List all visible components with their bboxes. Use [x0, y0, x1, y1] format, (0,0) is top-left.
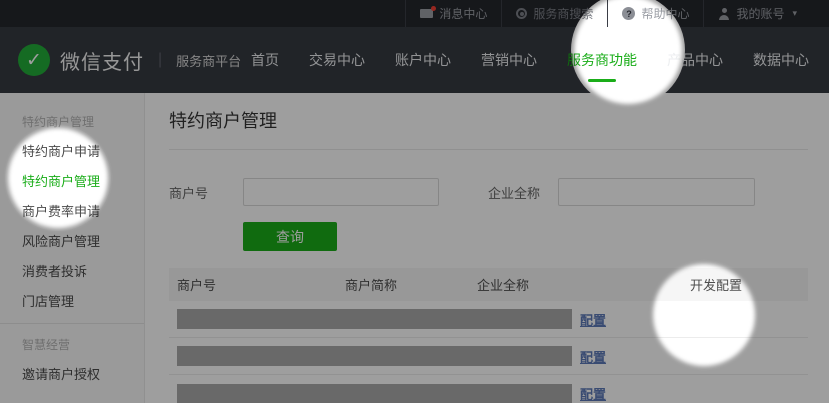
sidebar-item-merchant-manage[interactable]: 特约商户管理 [0, 167, 144, 197]
company-name-input[interactable] [558, 178, 755, 206]
redacted-cell-bar [177, 384, 572, 403]
col-header-merchant-id: 商户号 [169, 275, 337, 294]
merchant-table: 商户号 商户简称 企业全称 开发配置 配置 配置 配置 [169, 268, 808, 403]
sidebar-item-merchant-apply[interactable]: 特约商户申请 [0, 137, 144, 167]
page: 消息中心 服务商搜索 ? 帮助中心 我的账号 ▾ ✓ 微信支付 | 服务商平台 … [0, 0, 829, 403]
account-menu[interactable]: 我的账号 ▾ [703, 0, 811, 27]
sidebar: 特约商户管理 特约商户申请 特约商户管理 商户费率申请 风险商户管理 消费者投诉… [0, 93, 145, 403]
sidebar-item-rate-apply[interactable]: 商户费率申请 [0, 197, 144, 227]
table-row: 配置 [169, 375, 808, 403]
provider-search-menu[interactable]: 服务商搜索 [501, 0, 607, 27]
redacted-cell-bar [177, 309, 572, 329]
wechat-pay-logo-icon: ✓ [18, 44, 50, 76]
sidebar-item-consumer-complaint[interactable]: 消费者投诉 [0, 257, 144, 287]
config-link[interactable]: 配置 [572, 347, 808, 366]
redacted-cell-bar [177, 346, 572, 366]
nav-item-provider-functions[interactable]: 服务商功能 [567, 44, 637, 76]
search-button[interactable]: 查询 [243, 222, 337, 251]
company-name-label: 企业全称 [488, 183, 558, 202]
col-header-short-name: 商户简称 [337, 275, 469, 294]
sidebar-section-header: 智慧经营 [0, 330, 144, 360]
sidebar-divider [0, 323, 144, 324]
sidebar-item-invite-merchant-auth[interactable]: 邀请商户授权 [0, 360, 144, 390]
main-header: ✓ 微信支付 | 服务商平台 首页 交易中心 账户中心 营销中心 服务商功能 产… [0, 27, 829, 93]
config-link[interactable]: 配置 [572, 310, 808, 329]
nav-item-home[interactable]: 首页 [251, 44, 279, 76]
message-center-label: 消息中心 [439, 5, 487, 22]
search-icon [516, 8, 527, 19]
brand-name: 微信支付 [60, 46, 144, 75]
page-title: 特约商户管理 [169, 109, 808, 133]
help-center-menu[interactable]: ? 帮助中心 [607, 0, 703, 27]
platform-name: 服务商平台 [176, 51, 241, 70]
merchant-id-input[interactable] [243, 178, 439, 206]
message-center-menu[interactable]: 消息中心 [405, 0, 501, 27]
account-label: 我的账号 [736, 5, 784, 22]
title-divider [169, 149, 808, 150]
user-icon [718, 8, 730, 20]
provider-search-label: 服务商搜索 [533, 5, 593, 22]
table-row: 配置 [169, 338, 808, 375]
nav-item-account-center[interactable]: 账户中心 [395, 44, 451, 76]
nav-item-data-center[interactable]: 数据中心 [753, 44, 809, 76]
top-utility-bar: 消息中心 服务商搜索 ? 帮助中心 我的账号 ▾ [0, 0, 829, 27]
brand[interactable]: ✓ 微信支付 | 服务商平台 [18, 44, 241, 76]
primary-nav: 首页 交易中心 账户中心 营销中心 服务商功能 产品中心 数据中心 [251, 44, 809, 76]
search-form: 商户号 企业全称 [169, 178, 808, 206]
sidebar-item-risk-merchant[interactable]: 风险商户管理 [0, 227, 144, 257]
brand-separator: | [158, 51, 162, 69]
page-body: 特约商户管理 特约商户申请 特约商户管理 商户费率申请 风险商户管理 消费者投诉… [0, 93, 829, 403]
config-link[interactable]: 配置 [572, 384, 808, 403]
sidebar-section-header: 特约商户管理 [0, 107, 144, 137]
table-row: 配置 [169, 301, 808, 338]
nav-item-product-center[interactable]: 产品中心 [667, 44, 723, 76]
sidebar-group-smart-business: 智慧经营 邀请商户授权 [0, 330, 144, 390]
sidebar-group-merchant-mgmt: 特约商户管理 特约商户申请 特约商户管理 商户费率申请 风险商户管理 消费者投诉… [0, 107, 144, 317]
main-content: 特约商户管理 商户号 企业全称 查询 商户号 商户简称 企业全称 开发配置 配置 [145, 93, 829, 403]
col-header-dev-config: 开发配置 [682, 275, 808, 294]
mail-icon [420, 9, 433, 18]
nav-item-marketing-center[interactable]: 营销中心 [481, 44, 537, 76]
nav-item-transaction-center[interactable]: 交易中心 [309, 44, 365, 76]
help-center-label: 帮助中心 [641, 5, 689, 22]
chevron-down-icon: ▾ [792, 8, 797, 19]
sidebar-item-store-manage[interactable]: 门店管理 [0, 287, 144, 317]
help-icon: ? [622, 7, 635, 20]
table-header-row: 商户号 商户简称 企业全称 开发配置 [169, 268, 808, 301]
merchant-id-label: 商户号 [169, 183, 243, 202]
col-header-company: 企业全称 [469, 275, 682, 294]
